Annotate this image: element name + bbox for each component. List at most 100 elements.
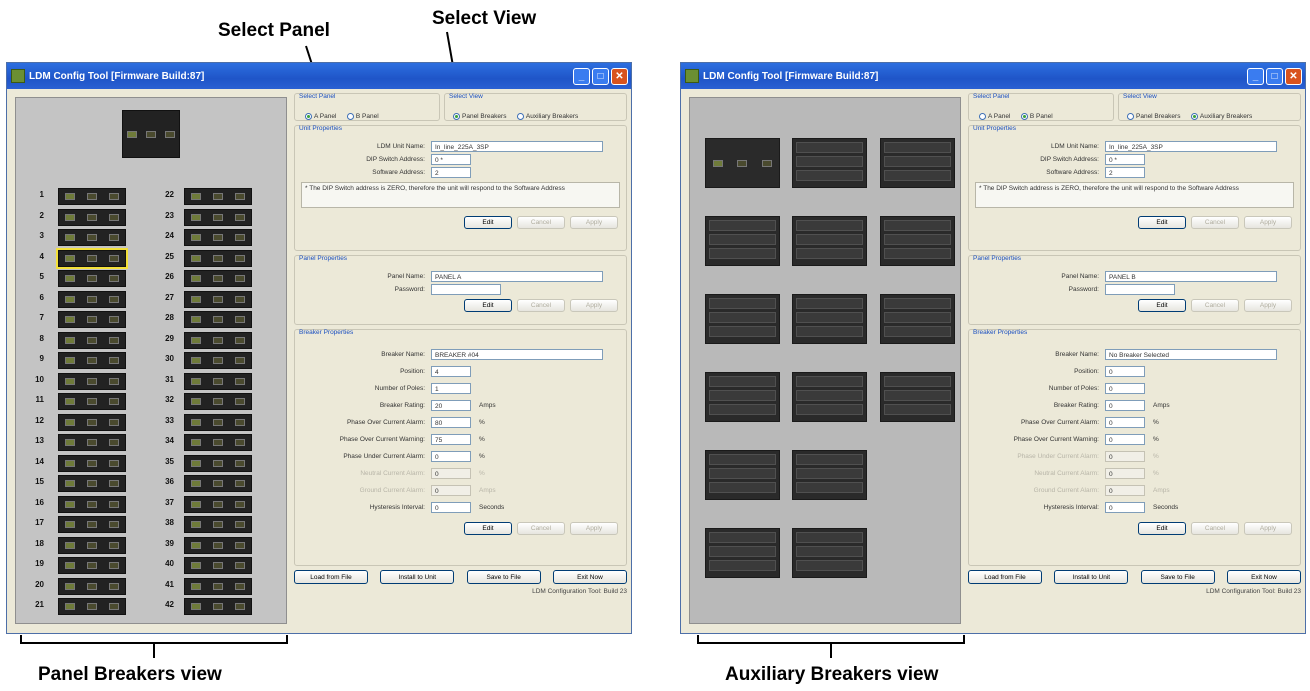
- field-input[interactable]: 0: [1105, 383, 1145, 394]
- breaker-apply-button[interactable]: Apply: [570, 522, 618, 535]
- unit-name-input[interactable]: In_line_225A_3SP: [431, 141, 603, 152]
- breaker-37[interactable]: [184, 495, 252, 513]
- close-icon[interactable]: ✕: [1285, 67, 1302, 85]
- breaker-31[interactable]: [184, 372, 252, 390]
- breaker-edit-button[interactable]: Edit: [464, 522, 512, 535]
- radio-a-panel[interactable]: A Panel: [979, 113, 1010, 120]
- radio-a-panel[interactable]: A Panel: [305, 113, 336, 120]
- unit-cancel-button[interactable]: Cancel: [517, 216, 565, 229]
- panel-name-input[interactable]: PANEL B: [1105, 271, 1277, 282]
- aux-breaker-module[interactable]: [880, 294, 955, 344]
- unit-edit-button[interactable]: Edit: [1138, 216, 1186, 229]
- exit-now-button[interactable]: Exit Now: [1226, 570, 1301, 584]
- install-to-unit-button[interactable]: Install to Unit: [380, 570, 455, 584]
- field-input[interactable]: 0: [1105, 417, 1145, 428]
- breaker-23[interactable]: [184, 208, 252, 226]
- breaker-26[interactable]: [184, 270, 252, 287]
- field-input[interactable]: 0: [1105, 468, 1145, 479]
- field-input[interactable]: 0: [431, 451, 471, 462]
- breaker-27[interactable]: [184, 290, 252, 308]
- aux-breaker-module[interactable]: [880, 138, 955, 188]
- breaker-17[interactable]: [58, 516, 126, 533]
- aux-breaker-module[interactable]: [705, 372, 780, 422]
- breaker-14[interactable]: [58, 454, 126, 472]
- breaker-13[interactable]: [58, 434, 126, 451]
- breaker-10[interactable]: [58, 372, 126, 390]
- load-from-file-button[interactable]: Load from File: [294, 570, 368, 584]
- aux-breaker-module[interactable]: [792, 294, 867, 344]
- breaker-34[interactable]: [184, 434, 252, 451]
- field-input[interactable]: 0: [1105, 502, 1145, 513]
- load-from-file-button[interactable]: Load from File: [968, 570, 1042, 584]
- title-bar[interactable]: LDM Config Tool [Firmware Build:87] _ □ …: [7, 63, 631, 89]
- breaker-5[interactable]: [58, 270, 126, 287]
- panel-edit-button[interactable]: Edit: [1138, 299, 1186, 312]
- panel-apply-button[interactable]: Apply: [1244, 299, 1292, 312]
- aux-breaker-module[interactable]: [792, 216, 867, 266]
- aux-breaker-module[interactable]: [705, 216, 780, 266]
- breaker-cancel-button[interactable]: Cancel: [1191, 522, 1239, 535]
- unit-cancel-button[interactable]: Cancel: [1191, 216, 1239, 229]
- radio-panel-breakers[interactable]: Panel Breakers: [1127, 113, 1180, 120]
- aux-breaker-module[interactable]: [792, 138, 867, 188]
- breaker-24[interactable]: [184, 229, 252, 246]
- radio-auxiliary-breakers[interactable]: Auxiliary Breakers: [516, 113, 578, 120]
- radio-auxiliary-breakers[interactable]: Auxiliary Breakers: [1190, 113, 1252, 120]
- breaker-25[interactable]: [184, 249, 252, 267]
- aux-breaker-module[interactable]: [792, 528, 867, 578]
- radio-b-panel[interactable]: B Panel: [346, 113, 379, 120]
- field-input[interactable]: 0: [1105, 485, 1145, 496]
- minimize-icon[interactable]: _: [1247, 67, 1264, 85]
- field-input[interactable]: 0: [1105, 451, 1145, 462]
- aux-breaker-module[interactable]: [705, 294, 780, 344]
- field-input[interactable]: 0: [1105, 400, 1145, 411]
- aux-breaker-module[interactable]: [792, 372, 867, 422]
- field-input[interactable]: No Breaker Selected: [1105, 349, 1277, 360]
- breaker-4[interactable]: [56, 247, 128, 269]
- title-bar[interactable]: LDM Config Tool [Firmware Build:87] _ □ …: [681, 63, 1305, 89]
- maximize-icon[interactable]: □: [1266, 67, 1283, 85]
- breaker-cancel-button[interactable]: Cancel: [517, 522, 565, 535]
- breaker-38[interactable]: [184, 516, 252, 533]
- field-input[interactable]: 0: [1105, 434, 1145, 445]
- breaker-22[interactable]: [184, 188, 252, 205]
- exit-now-button[interactable]: Exit Now: [552, 570, 627, 584]
- maximize-icon[interactable]: □: [592, 67, 609, 85]
- unit-name-input[interactable]: In_line_225A_3SP: [1105, 141, 1277, 152]
- save-to-file-button[interactable]: Save to File: [466, 570, 541, 584]
- breaker-16[interactable]: [58, 495, 126, 513]
- breaker-36[interactable]: [184, 475, 252, 492]
- breaker-7[interactable]: [58, 311, 126, 328]
- field-input[interactable]: 0: [431, 468, 471, 479]
- breaker-9[interactable]: [58, 352, 126, 369]
- breaker-edit-button[interactable]: Edit: [1138, 522, 1186, 535]
- breaker-30[interactable]: [184, 352, 252, 369]
- dip-switch-input[interactable]: 0 *: [431, 154, 471, 165]
- radio-b-panel[interactable]: B Panel: [1020, 113, 1053, 120]
- minimize-icon[interactable]: _: [573, 67, 590, 85]
- breaker-18[interactable]: [58, 536, 126, 554]
- panel-cancel-button[interactable]: Cancel: [517, 299, 565, 312]
- panel-name-input[interactable]: PANEL A: [431, 271, 603, 282]
- breaker-40[interactable]: [184, 557, 252, 574]
- field-input[interactable]: 4: [431, 366, 471, 377]
- panel-edit-button[interactable]: Edit: [464, 299, 512, 312]
- field-input[interactable]: 0: [1105, 366, 1145, 377]
- field-input[interactable]: 75: [431, 434, 471, 445]
- save-to-file-button[interactable]: Save to File: [1140, 570, 1215, 584]
- breaker-32[interactable]: [184, 393, 252, 410]
- aux-main-breaker[interactable]: [705, 138, 780, 188]
- unit-apply-button[interactable]: Apply: [570, 216, 618, 229]
- breaker-8[interactable]: [58, 331, 126, 349]
- breaker-15[interactable]: [58, 475, 126, 492]
- field-input[interactable]: 0: [431, 502, 471, 513]
- aux-breaker-module[interactable]: [880, 372, 955, 422]
- close-icon[interactable]: ✕: [611, 67, 628, 85]
- install-to-unit-button[interactable]: Install to Unit: [1054, 570, 1129, 584]
- panel-apply-button[interactable]: Apply: [570, 299, 618, 312]
- aux-breaker-module[interactable]: [880, 216, 955, 266]
- dip-switch-input[interactable]: 0 *: [1105, 154, 1145, 165]
- software-address-input[interactable]: 2: [1105, 167, 1145, 178]
- aux-breaker-module[interactable]: [792, 450, 867, 500]
- aux-breaker-module[interactable]: [705, 450, 780, 500]
